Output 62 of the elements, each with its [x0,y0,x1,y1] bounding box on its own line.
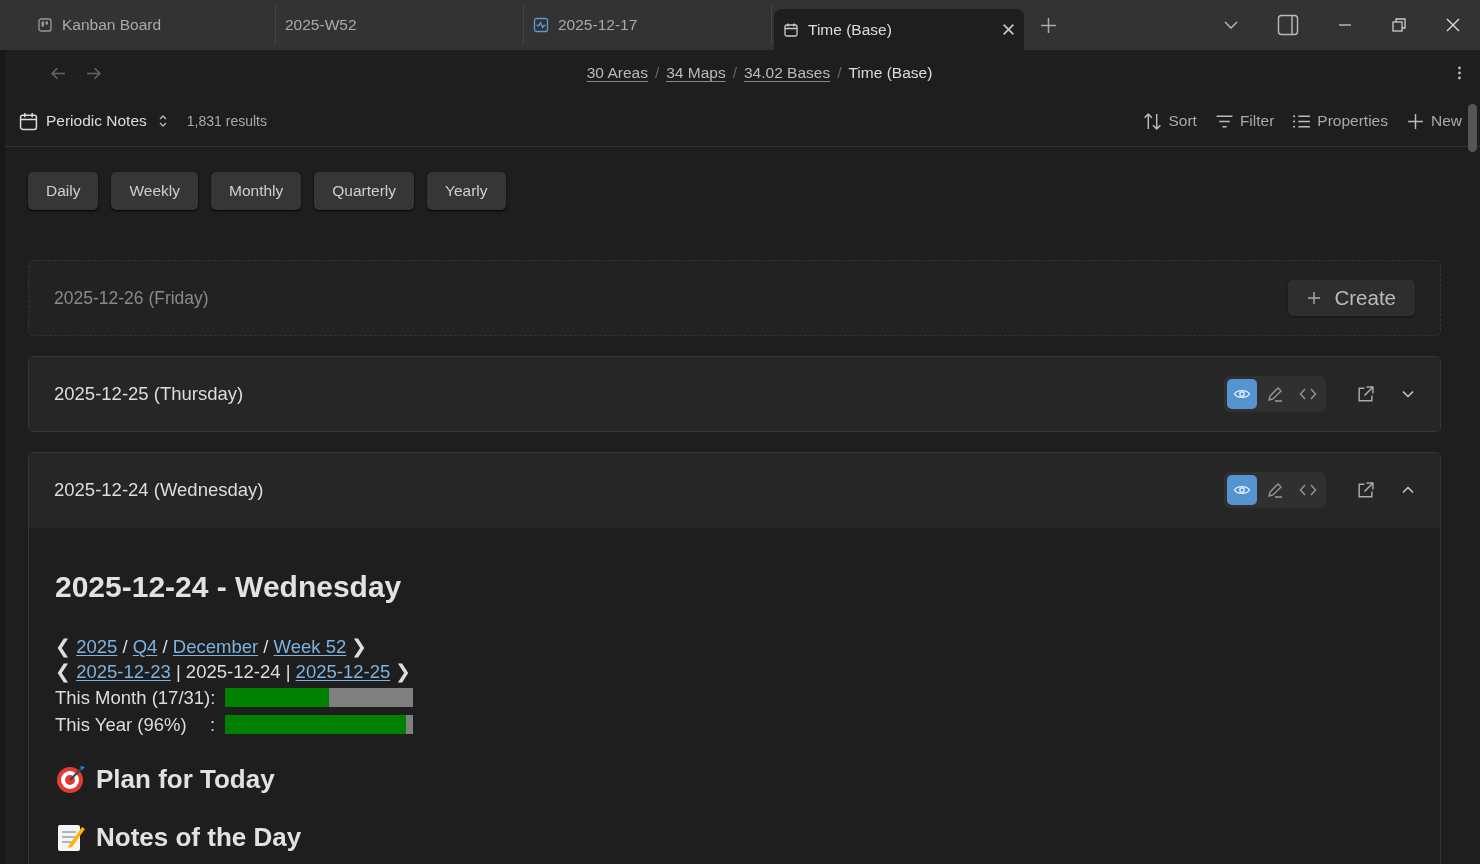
breadcrumb-link[interactable]: 30 Areas [586,64,648,82]
progress-colon: : [210,686,216,710]
kanban-icon [37,17,53,33]
calendar-icon [19,111,38,131]
pencil-icon [1266,385,1284,403]
tab[interactable]: 2025-12-17 [524,5,772,45]
close-icon[interactable] [1445,17,1461,33]
preview-toggle[interactable] [1227,379,1257,409]
note-navigation-line: ❮ 2025 / Q4 / December / Week 52 ❯ [55,635,369,659]
close-icon[interactable] [1002,23,1015,36]
note-heading: 2025-12-24 - Wednesday [55,570,403,604]
note-title: 2025-12-25 (Thursday) [54,383,245,405]
note-link[interactable]: 2025-12-23 [76,661,171,682]
note-link[interactable]: Q4 [132,636,158,657]
section-heading: Notes of the Day [96,821,302,853]
toolbar-button[interactable]: Properties [1290,111,1390,131]
breadcrumb-current: Time (Base) [848,64,933,82]
preview-toggle[interactable] [1227,475,1257,505]
note-navigation-line: ❮ 2025-12-23 | 2025-12-24 | 2025-12-25 ❯ [55,660,413,684]
note-title: 2025-12-24 (Wednesday) [54,479,265,501]
tab[interactable]: Kanban Board [28,5,276,45]
scrollbar-thumb[interactable] [1468,104,1477,152]
calendar-icon [783,21,799,38]
target-icon [55,763,87,795]
breadcrumb-link[interactable]: 34.02 Bases [743,64,831,82]
section-heading: Plan for Today [96,763,275,795]
open-external-icon[interactable] [1356,384,1375,404]
progress-label: This Year (96%) [55,713,188,737]
toolbar-button[interactable]: Filter [1212,111,1277,131]
note-link[interactable]: Week 52 [273,636,347,657]
tab[interactable]: 2025-W52 [276,5,524,45]
note-link[interactable]: 2025-12-25 [295,661,391,682]
period-button[interactable]: Daily [28,172,99,210]
toolbar-button[interactable]: Sort [1141,111,1199,131]
period-button[interactable]: Weekly [111,172,198,210]
period-button[interactable]: Monthly [211,172,302,210]
sidebar-toggle-icon[interactable] [1277,14,1299,36]
toolbar-button[interactable]: New [1404,111,1464,131]
breadcrumb-link[interactable]: 34 Maps [666,64,726,82]
note-link[interactable]: 2025 [76,636,118,657]
pulse-icon [533,17,549,33]
result-count: 1,831 results [186,113,267,129]
pencil-icon [1266,481,1284,499]
new-tab-icon[interactable] [1040,17,1057,34]
breadcrumb-separator: / [654,64,660,82]
progress-label: This Month (17/31) [55,686,211,710]
period-button[interactable]: Quarterly [314,172,415,210]
progress-colon: : [210,713,216,737]
plus-icon [1307,291,1322,305]
restore-icon[interactable] [1391,17,1407,33]
create-button[interactable]: Create [1288,280,1415,316]
breadcrumb-separator: / [732,64,737,82]
more-options-icon[interactable] [1457,65,1462,81]
note-title: 2025-12-26 (Friday) [54,287,209,309]
breadcrumb-separator: / [837,64,842,82]
period-button[interactable]: Yearly [427,172,506,210]
tab[interactable]: Time (Base) [774,9,1024,50]
open-external-icon[interactable] [1356,480,1375,500]
sort-icon [1143,111,1163,131]
view-selector[interactable]: Periodic Notes [19,111,169,131]
note-link[interactable]: December [172,636,259,657]
plus-icon [1406,111,1425,131]
